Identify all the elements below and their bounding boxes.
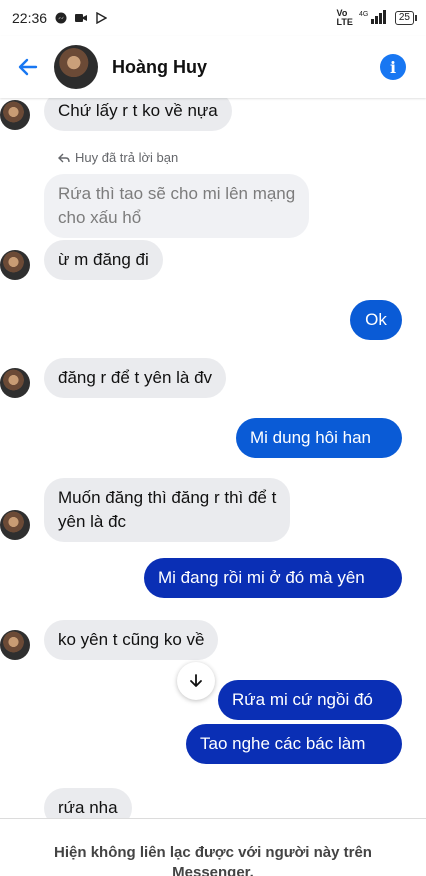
- reply-icon: [58, 153, 70, 162]
- incoming-message[interactable]: Muốn đăng thì đăng r thì để t yên là đc: [44, 478, 291, 542]
- incoming-message[interactable]: đăng r để t yên là đv: [44, 358, 227, 398]
- outgoing-message[interactable]: Ok: [350, 300, 402, 340]
- sender-avatar: [0, 510, 30, 540]
- messenger-icon: [55, 12, 67, 24]
- outgoing-message[interactable]: Mi đang rồi mi ở đó mà yên: [144, 558, 402, 598]
- svg-text:4G: 4G: [359, 11, 368, 18]
- reply-note-text: Huy đã trả lời bạn: [75, 150, 179, 165]
- info-button[interactable]: i: [380, 54, 406, 80]
- unavailable-notice: Hiện không liên lạc được với người này t…: [0, 818, 426, 876]
- video-icon: [75, 12, 88, 24]
- back-button[interactable]: [12, 51, 44, 83]
- battery-indicator: 25: [394, 11, 418, 25]
- incoming-message[interactable]: ừ m đăng đi: [44, 240, 163, 280]
- notice-line-1: Hiện không liên lạc được với người này t…: [54, 844, 372, 861]
- play-store-icon: [95, 12, 108, 24]
- scroll-down-button[interactable]: [177, 662, 215, 700]
- quoted-line-2: cho xấu hổ: [58, 208, 142, 227]
- contact-name[interactable]: Hoàng Huy: [112, 57, 207, 78]
- status-time: 22:36: [12, 10, 48, 26]
- status-bar: 22:36 Vo LTE 4G 25: [0, 0, 426, 36]
- arrow-left-icon: [18, 58, 38, 76]
- quoted-message[interactable]: Rứa thì tao sẽ cho mi lên mạng cho xấu h…: [44, 174, 310, 238]
- arrow-down-icon: [190, 674, 202, 687]
- message-line-1: Muốn đăng thì đăng r thì để t: [58, 488, 277, 507]
- outgoing-message[interactable]: Tao nghe các bác làm: [186, 724, 402, 764]
- contact-avatar[interactable]: [54, 45, 98, 89]
- conversation-header: Hoàng Huy i: [0, 36, 426, 98]
- signal-icon: 4G: [359, 9, 389, 27]
- sender-avatar: [0, 368, 30, 398]
- volte-icon: Vo LTE: [336, 8, 353, 27]
- message-line-2: yên là đc: [58, 512, 127, 531]
- info-icon: i: [389, 57, 397, 77]
- outgoing-message[interactable]: Mi dung hôi han: [236, 418, 402, 458]
- sender-avatar: [0, 100, 30, 130]
- sender-avatar: [0, 630, 30, 660]
- reply-note: Huy đã trả lời bạn: [58, 150, 178, 165]
- incoming-message[interactable]: ko yên t cũng ko về: [44, 620, 219, 660]
- sender-avatar: [0, 250, 30, 280]
- message-list[interactable]: Chứ lấy r t ko về nựa Huy đã trả lời bạn…: [0, 91, 426, 828]
- notice-line-2: Messenger.: [172, 864, 254, 876]
- outgoing-message[interactable]: Rứa mi cứ ngồi đó: [218, 680, 402, 720]
- quoted-line-1: Rứa thì tao sẽ cho mi lên mạng: [58, 184, 296, 203]
